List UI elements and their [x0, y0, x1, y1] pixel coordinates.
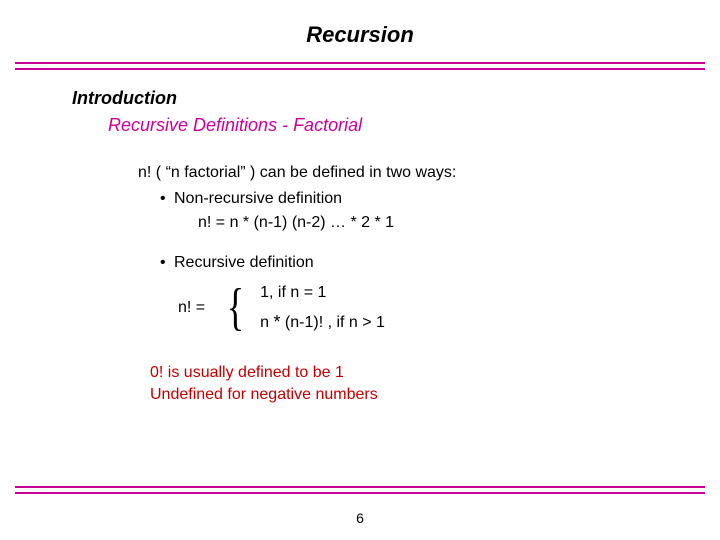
section-heading: Introduction [72, 88, 720, 109]
footer-rule-wrap [0, 486, 720, 494]
bullet-recursive-label: Recursive definition [174, 254, 314, 272]
nonrecursive-formula: n! = n * (n-1) (n-2) … * 2 * 1 [198, 214, 720, 232]
piecewise-cases: 1, if n = 1 n * (n-1)! , if n > 1 [260, 284, 385, 333]
note-zero-factorial: 0! is usually defined to be 1 [150, 364, 720, 382]
piecewise-definition: n! = { 1, if n = 1 n * (n-1)! , if n > 1 [178, 282, 720, 334]
title-rule [15, 62, 705, 70]
intro-line: n! ( “n factorial” ) can be defined in t… [138, 164, 720, 182]
case2-post: (n-1)! , if n > 1 [280, 314, 384, 331]
piecewise-lhs: n! = [178, 299, 205, 317]
subheading: Recursive Definitions - Factorial [108, 115, 720, 136]
piecewise-case-1: 1, if n = 1 [260, 284, 385, 302]
page-number: 6 [0, 510, 720, 526]
bullet-nonrecursive-label: Non-recursive definition [174, 190, 342, 208]
bullet-icon: • [160, 254, 174, 272]
note-negative: Undefined for negative numbers [150, 386, 720, 404]
footer-rule [15, 486, 705, 494]
case2-pre: n [260, 314, 273, 331]
brace-icon: { [227, 282, 244, 334]
slide-title: Recursion [0, 0, 720, 62]
bullet-recursive: • Recursive definition [160, 254, 720, 272]
bullet-icon: • [160, 190, 174, 208]
bullet-nonrecursive: • Non-recursive definition [160, 190, 720, 208]
slide: Recursion Introduction Recursive Definit… [0, 0, 720, 540]
piecewise-case-2: n * (n-1)! , if n > 1 [260, 312, 385, 333]
